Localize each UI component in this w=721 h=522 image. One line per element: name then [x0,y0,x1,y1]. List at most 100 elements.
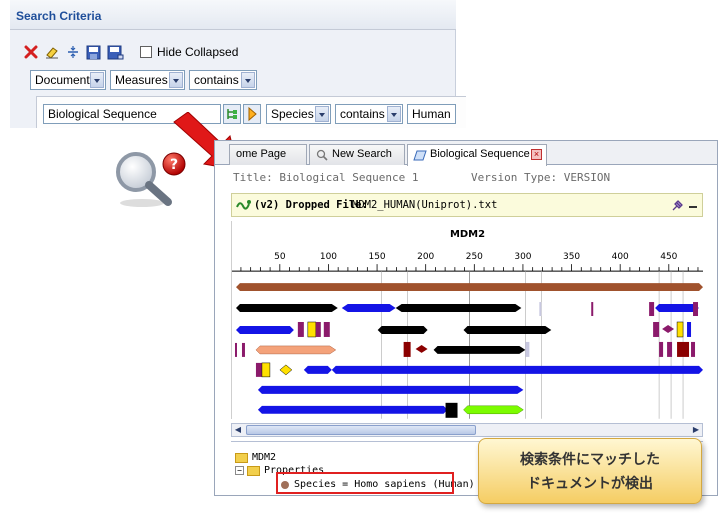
tree-root-label: MDM2 [252,452,277,463]
tree-node-root[interactable]: MDM2 [235,452,276,463]
delete-icon[interactable] [24,45,38,59]
document-select-value: Document [35,73,90,87]
feature-domain[interactable] [257,385,524,394]
feature-domain[interactable] [433,345,526,354]
operator-select-2[interactable]: contains [335,104,403,124]
callout-line-1: 検索条件にマッチした [520,452,660,468]
title-value: Biological Sequence 1 [279,171,419,184]
feature-domain[interactable] [235,304,338,313]
feature-site[interactable] [525,341,530,357]
attribute-select-value: Species [271,107,314,121]
feature-site[interactable] [261,362,271,378]
feature-site[interactable] [297,321,304,337]
feature-site[interactable] [687,321,692,337]
feature-site[interactable] [323,321,330,337]
ruler-tick-label: 50 [274,252,286,262]
ruler-tick-label: 200 [417,252,434,262]
minimize-icon[interactable] [687,199,699,213]
dropped-file-label: (v2) Dropped File: [254,199,368,211]
callout-box: 検索条件にマッチした ドキュメントが検出 [478,438,702,504]
pin-icon[interactable] [670,199,684,213]
feature-site[interactable] [659,341,664,357]
tab-home-page[interactable]: ome Page [229,144,307,165]
title-label: Title: [233,171,273,184]
eraser-icon[interactable] [44,45,60,59]
search-toolbar: Hide Collapsed [24,42,238,62]
save-icon[interactable] [86,45,101,60]
feature-site[interactable] [403,341,411,357]
tab-bar: ome Page New Search Biological Sequence … [215,141,717,166]
search-criteria-panel: Search Criteria Hide Collapsed Document [10,0,466,128]
scrollbar-thumb[interactable] [246,425,476,435]
scroll-right-icon[interactable]: ▶ [690,425,702,435]
feature-domain[interactable] [235,325,294,334]
chevron-down-icon[interactable] [241,72,255,88]
feature-site[interactable] [415,344,428,353]
version-value: VERSION [563,171,611,184]
feature-site[interactable] [662,324,675,333]
callout-line-2: ドキュメントが検出 [527,476,653,492]
feature-site[interactable] [677,341,690,357]
feature-site[interactable] [591,302,594,317]
chevron-down-icon[interactable] [315,106,329,122]
chevron-down-icon[interactable] [90,72,104,88]
feature-domain[interactable] [331,365,703,374]
close-icon[interactable]: × [531,149,542,160]
ruler-tick-label: 450 [660,252,677,262]
feature-site[interactable] [279,364,293,376]
tab-biological-sequence[interactable]: Biological Sequence 1 × [407,144,547,166]
document-icon [413,150,427,161]
collapse-toggle-icon[interactable]: − [235,466,244,475]
save-as-icon[interactable] [107,45,124,60]
operator-select-1-value: contains [194,73,239,87]
version-label: Version Type: [471,171,558,184]
scroll-left-icon[interactable]: ◀ [232,425,244,435]
feature-site[interactable] [307,321,317,338]
feature-site[interactable] [649,302,655,317]
feature-site[interactable] [676,321,684,338]
measures-select[interactable]: Measures [110,70,185,90]
ruler-tick-label: 350 [563,252,580,262]
feature-site[interactable] [234,342,237,357]
feature-domain[interactable] [377,325,428,334]
feature-domain[interactable] [341,304,396,313]
feature-site[interactable] [241,342,245,357]
collapse-icon[interactable] [66,45,80,59]
feature-site[interactable] [315,321,321,337]
ruler-tick-label: 300 [514,252,531,262]
feature-domain[interactable] [395,304,522,313]
search-term-field[interactable]: Human [407,104,456,124]
feature-full-length[interactable] [235,283,703,292]
chevron-down-icon[interactable] [169,72,183,88]
feature-site[interactable] [539,302,542,317]
document-select[interactable]: Document [30,70,106,90]
chevron-down-icon[interactable] [387,106,401,122]
feature-domain[interactable] [303,365,332,374]
tab-biological-sequence-label: Biological Sequence 1 [430,148,539,160]
feature-site[interactable] [691,341,696,357]
svg-text:?: ? [170,157,178,173]
feature-site[interactable] [255,362,262,377]
feature-domain[interactable] [257,405,448,414]
feature-site[interactable] [667,341,673,357]
hide-collapsed-checkbox[interactable] [140,46,152,58]
feature-region[interactable] [463,405,524,415]
ruler-tick-label: 250 [466,252,483,262]
horizontal-scrollbar[interactable]: ◀ ▶ [231,423,703,437]
feature-domain[interactable] [463,325,552,334]
version-type-row: Version Type: VERSION [471,171,610,184]
document-title-row: Title: Biological Sequence 1 [233,171,418,184]
feature-domain[interactable] [655,304,700,313]
tab-new-search[interactable]: New Search [309,144,405,165]
feature-region[interactable] [255,345,337,355]
ruler-tick-label: 150 [369,252,386,262]
feature-site[interactable] [445,402,458,418]
hide-collapsed-label: Hide Collapsed [157,45,239,59]
feature-site[interactable] [653,321,660,337]
vertical-guide-lines [381,271,684,419]
feature-site[interactable] [693,302,699,317]
attribute-select[interactable]: Species [266,104,331,124]
sequence-type-value: Biological Sequence [48,107,157,121]
search-criteria-title: Search Criteria [16,9,102,23]
operator-select-1[interactable]: contains [189,70,257,90]
